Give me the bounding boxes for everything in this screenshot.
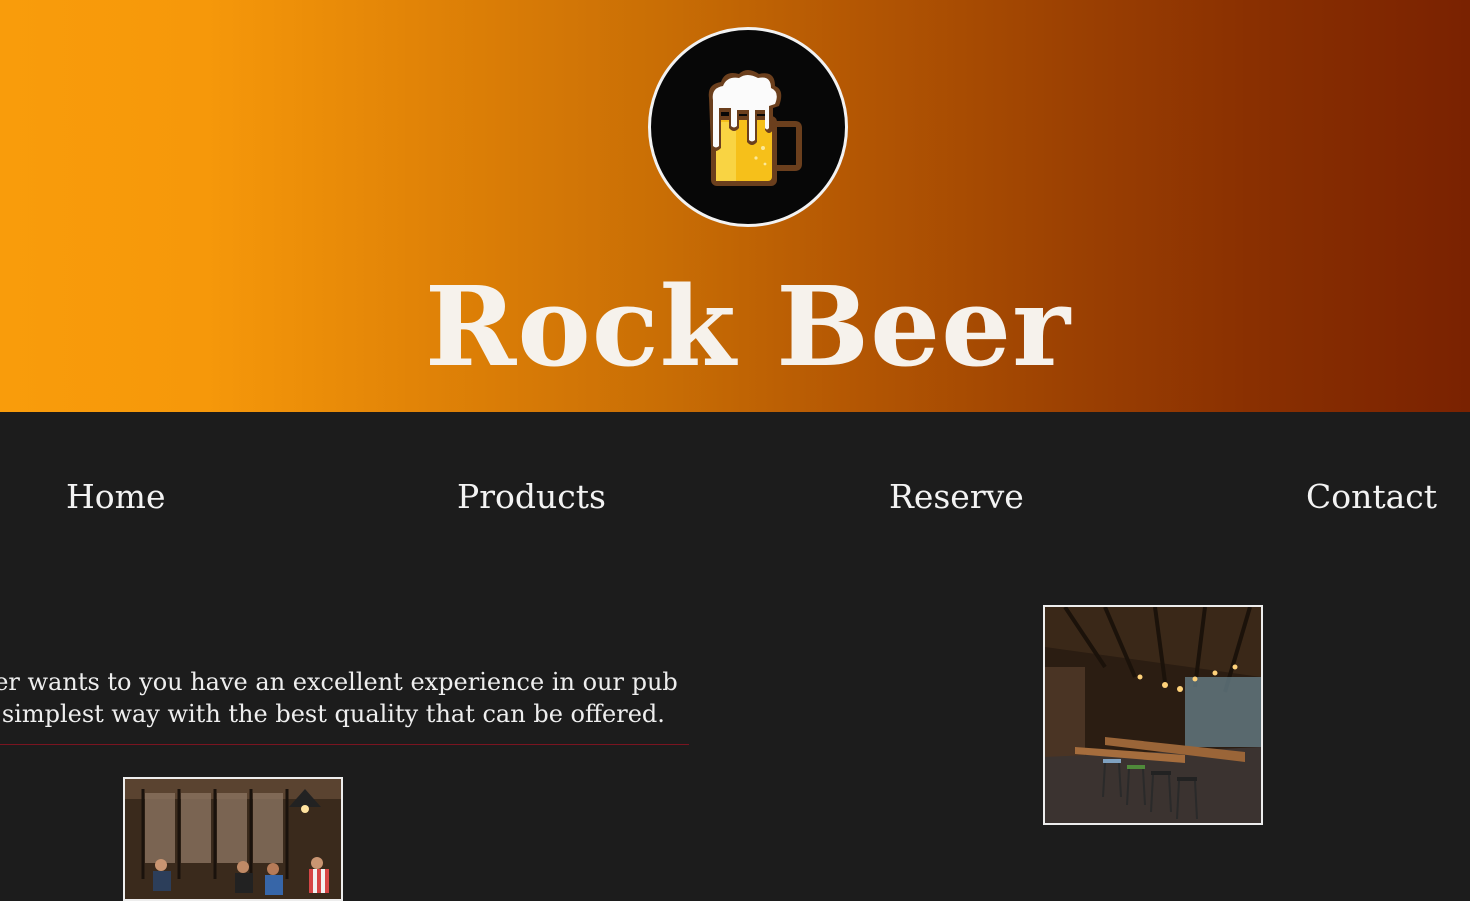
pub-crowd-photo <box>123 777 343 901</box>
nav-products[interactable]: Products <box>457 472 606 522</box>
nav-reserve[interactable]: Reserve <box>889 472 1024 522</box>
logo[interactable] <box>648 27 848 227</box>
intro-line-2: e simplest way with the best quality tha… <box>0 700 665 728</box>
intro-line-1: eer wants to you have an excellent exper… <box>0 668 678 696</box>
nav-home[interactable]: Home <box>66 472 165 522</box>
intro-paragraph: eer wants to you have an excellent exper… <box>0 666 720 730</box>
beer-mug-icon <box>708 70 802 186</box>
section-divider <box>0 744 689 745</box>
pub-interior-photo <box>1043 605 1263 825</box>
site-title: Rock Beer <box>424 262 1072 391</box>
site-header: Rock Beer <box>0 0 1470 412</box>
nav-contact[interactable]: Contact <box>1306 472 1437 522</box>
